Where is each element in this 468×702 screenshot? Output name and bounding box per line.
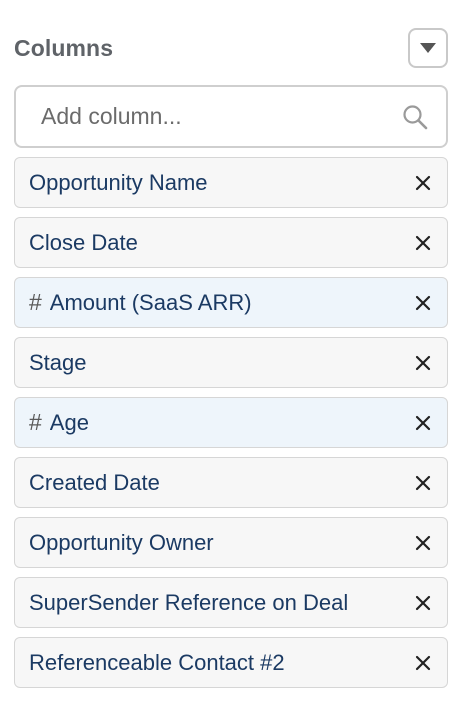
column-chip-label: Created Date	[29, 469, 160, 495]
search-icon[interactable]	[402, 104, 428, 130]
column-chip[interactable]: Close Date	[14, 217, 448, 268]
close-icon[interactable]	[411, 651, 435, 675]
column-chip-label: Opportunity Owner	[29, 529, 214, 555]
column-chip[interactable]: Opportunity Name	[14, 157, 448, 208]
column-chip-label: Close Date	[29, 229, 138, 255]
close-icon[interactable]	[411, 591, 435, 615]
close-icon[interactable]	[411, 171, 435, 195]
panel-title: Columns	[14, 34, 114, 61]
column-chip[interactable]: Stage	[14, 337, 448, 388]
add-column-input[interactable]	[41, 103, 402, 130]
column-chip[interactable]: SuperSender Reference on Deal	[14, 577, 448, 628]
numeric-hash-icon: #	[29, 289, 42, 315]
close-icon[interactable]	[411, 471, 435, 495]
panel-header: Columns	[14, 28, 448, 68]
column-chip[interactable]: # Age	[14, 397, 448, 448]
column-chip[interactable]: Created Date	[14, 457, 448, 508]
add-column-search	[14, 85, 448, 148]
columns-menu-button[interactable]	[408, 28, 448, 68]
selected-columns-list: Opportunity Name Close Date # Amount (SaaS …	[14, 157, 448, 697]
columns-panel: Columns Opportunity Name Close Date # Amoun…	[0, 0, 468, 702]
close-icon[interactable]	[411, 351, 435, 375]
column-chip-label: Opportunity Name	[29, 169, 208, 195]
column-chip-label: Stage	[29, 349, 87, 375]
column-chip-label: Amount (SaaS ARR)	[49, 289, 252, 315]
column-chip[interactable]: Referenceable Contact #2	[14, 637, 448, 688]
close-icon[interactable]	[411, 231, 435, 255]
column-chip-label: SuperSender Reference on Deal	[29, 589, 349, 615]
column-chip[interactable]: Opportunity Owner	[14, 517, 448, 568]
close-icon[interactable]	[411, 531, 435, 555]
triangle-down-icon	[419, 42, 437, 54]
column-chip-label: Age	[49, 409, 89, 435]
numeric-hash-icon: #	[29, 409, 42, 435]
close-icon[interactable]	[411, 291, 435, 315]
column-chip-label: Referenceable Contact #2	[29, 649, 285, 675]
column-chip[interactable]: # Amount (SaaS ARR)	[14, 277, 448, 328]
close-icon[interactable]	[411, 411, 435, 435]
